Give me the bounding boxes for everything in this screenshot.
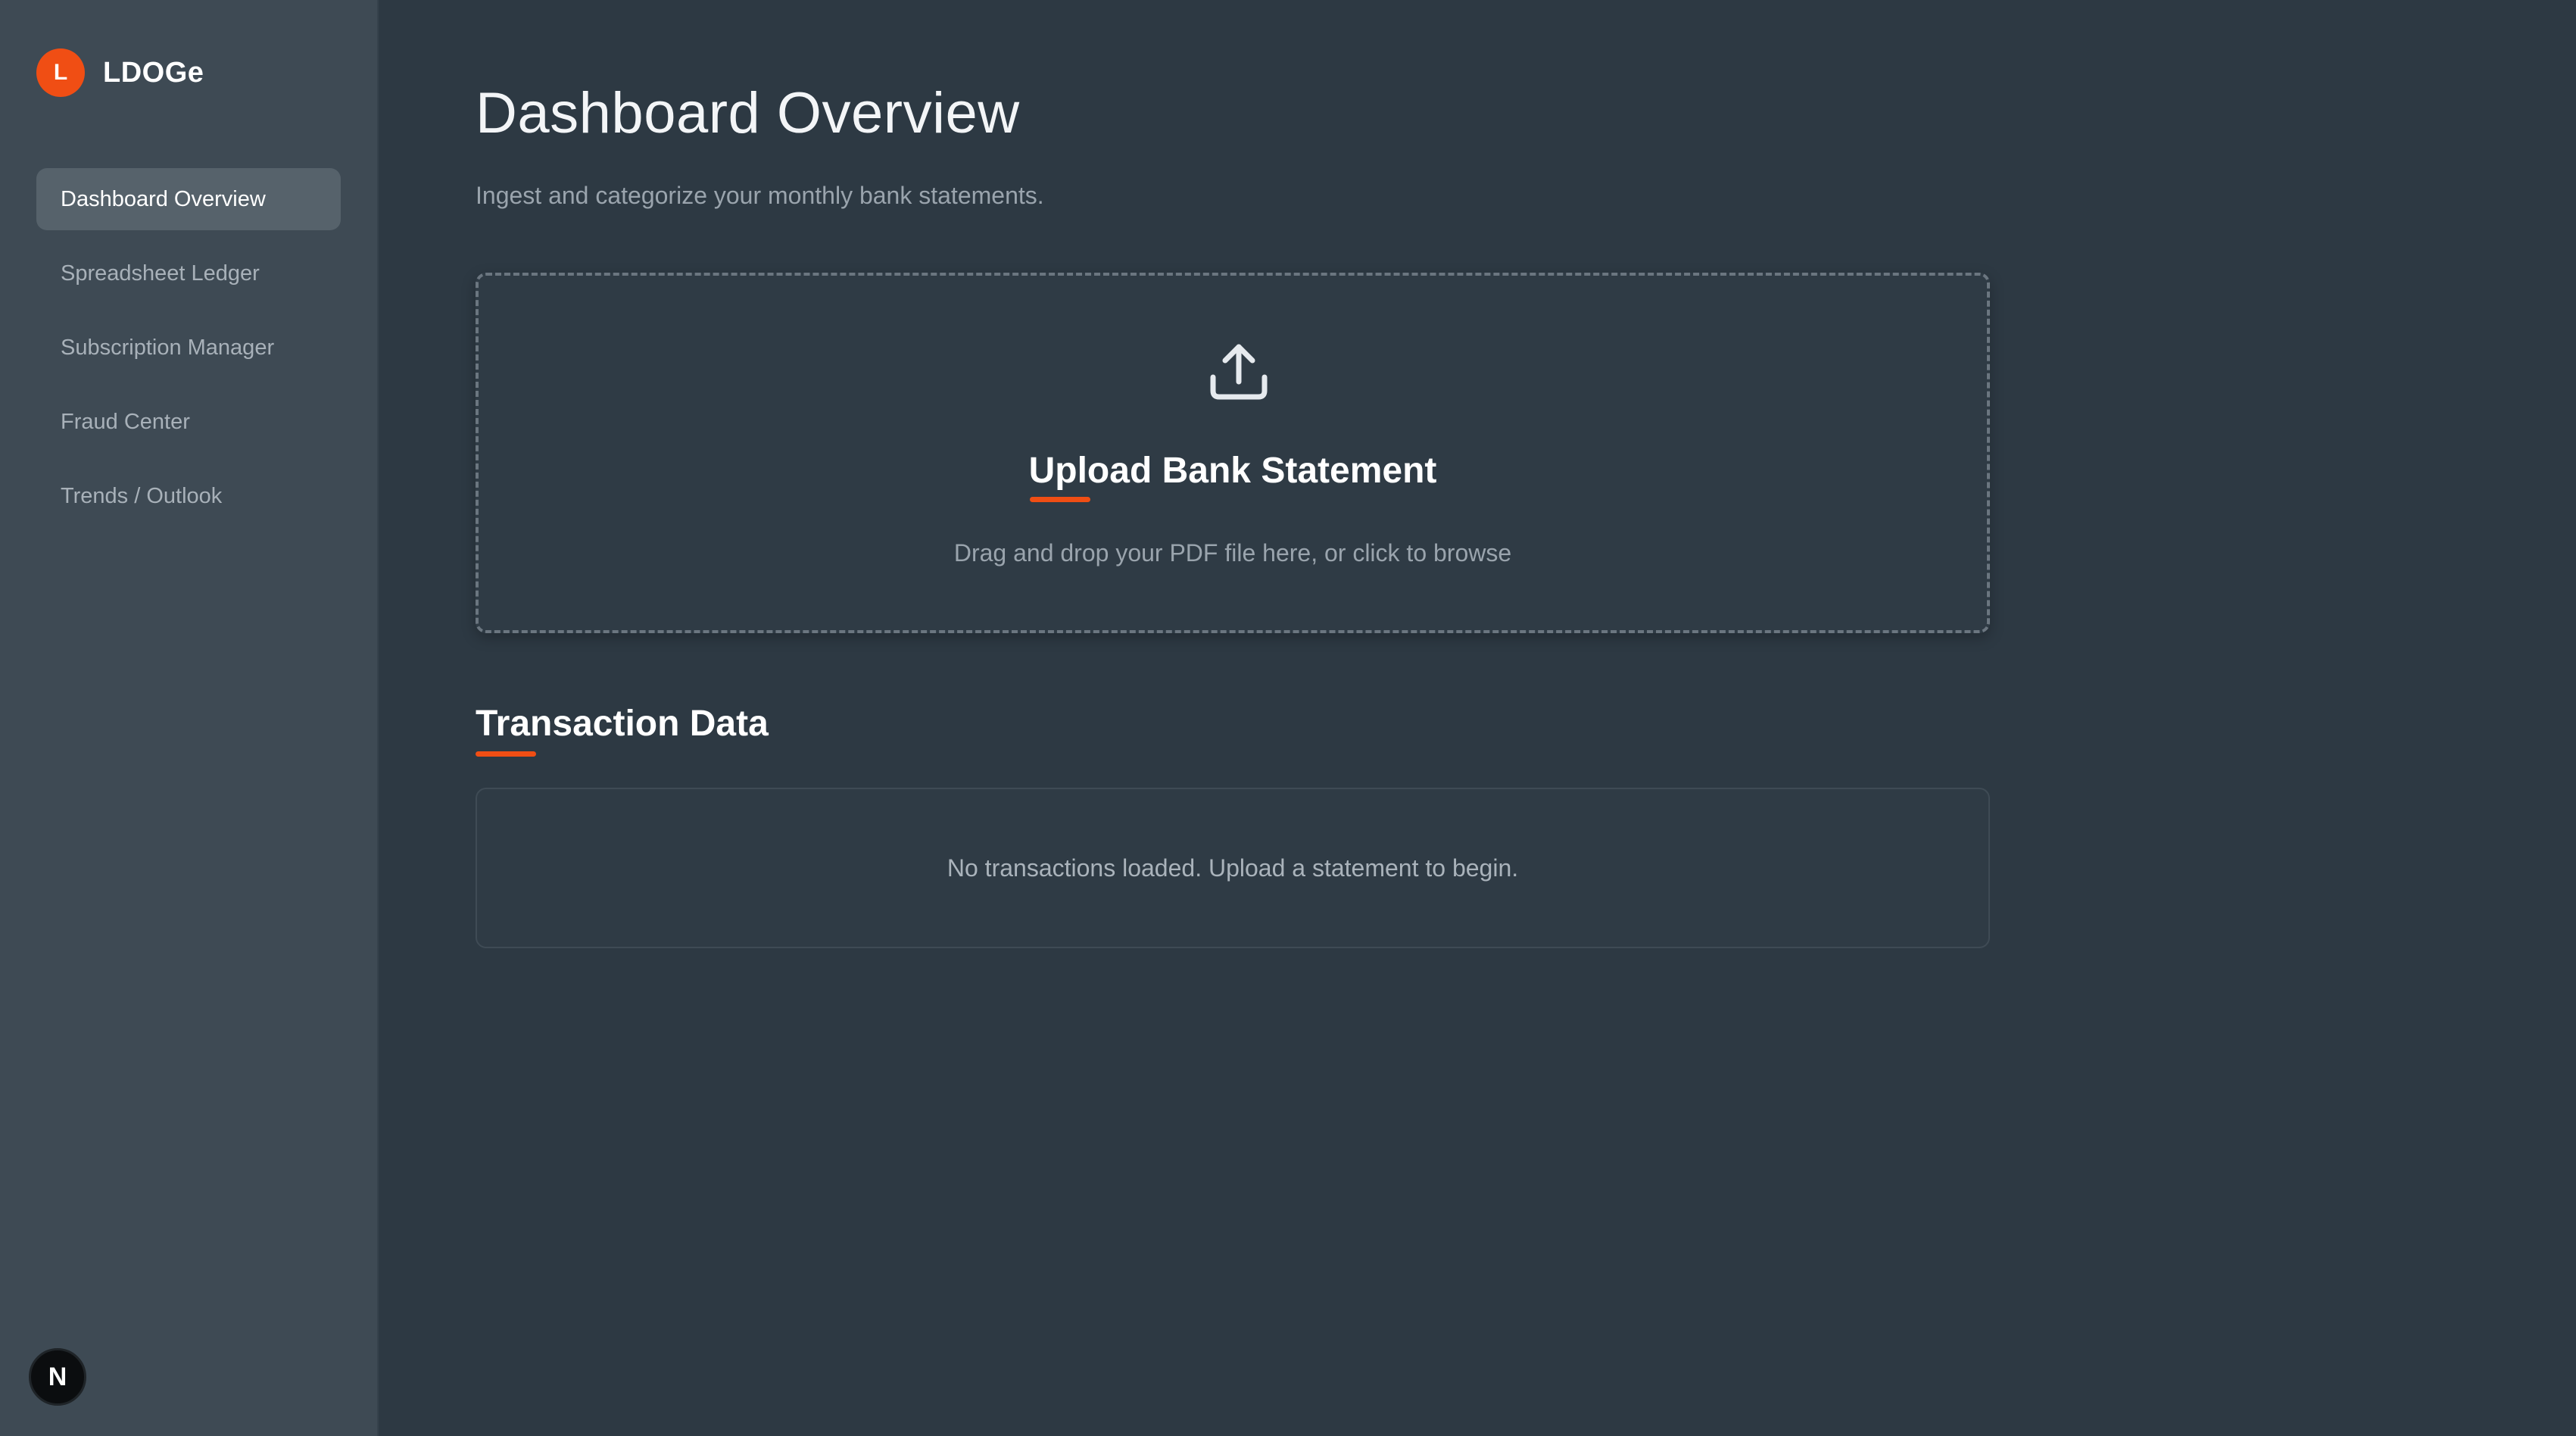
app-root: L LDOGe Dashboard Overview Spreadsheet L… (0, 0, 2576, 1436)
brand-name: LDOGe (103, 56, 204, 89)
sidebar-item-fraud-center[interactable]: Fraud Center (36, 391, 341, 453)
sidebar: L LDOGe Dashboard Overview Spreadsheet L… (0, 0, 379, 1436)
sidebar-item-subscription-manager[interactable]: Subscription Manager (36, 317, 341, 379)
transactions-title-underline (476, 751, 536, 757)
upload-icon (1210, 344, 1268, 400)
transactions-section-title: Transaction Data (476, 704, 769, 744)
sidebar-nav: Dashboard Overview Spreadsheet Ledger Su… (36, 168, 341, 539)
transactions-panel: No transactions loaded. Upload a stateme… (476, 788, 1990, 948)
upload-hint: Drag and drop your PDF file here, or cli… (953, 539, 1512, 567)
upload-title-underline (1030, 497, 1090, 502)
page-subtitle: Ingest and categorize your monthly bank … (476, 182, 1044, 209)
user-avatar[interactable]: N (29, 1348, 86, 1406)
sidebar-item-trends-outlook[interactable]: Trends / Outlook (36, 465, 341, 527)
sidebar-item-dashboard-overview[interactable]: Dashboard Overview (36, 168, 341, 230)
transactions-empty-message: No transactions loaded. Upload a stateme… (947, 854, 1519, 882)
brand-logo: L (36, 48, 85, 97)
upload-dropzone[interactable]: Upload Bank Statement Drag and drop your… (476, 273, 1990, 633)
page-title: Dashboard Overview (476, 81, 1020, 145)
upload-title: Upload Bank Statement (1028, 451, 1437, 491)
sidebar-item-spreadsheet-ledger[interactable]: Spreadsheet Ledger (36, 242, 341, 304)
main-content: Dashboard Overview Ingest and categorize… (379, 0, 2576, 1436)
brand[interactable]: L LDOGe (36, 48, 204, 97)
